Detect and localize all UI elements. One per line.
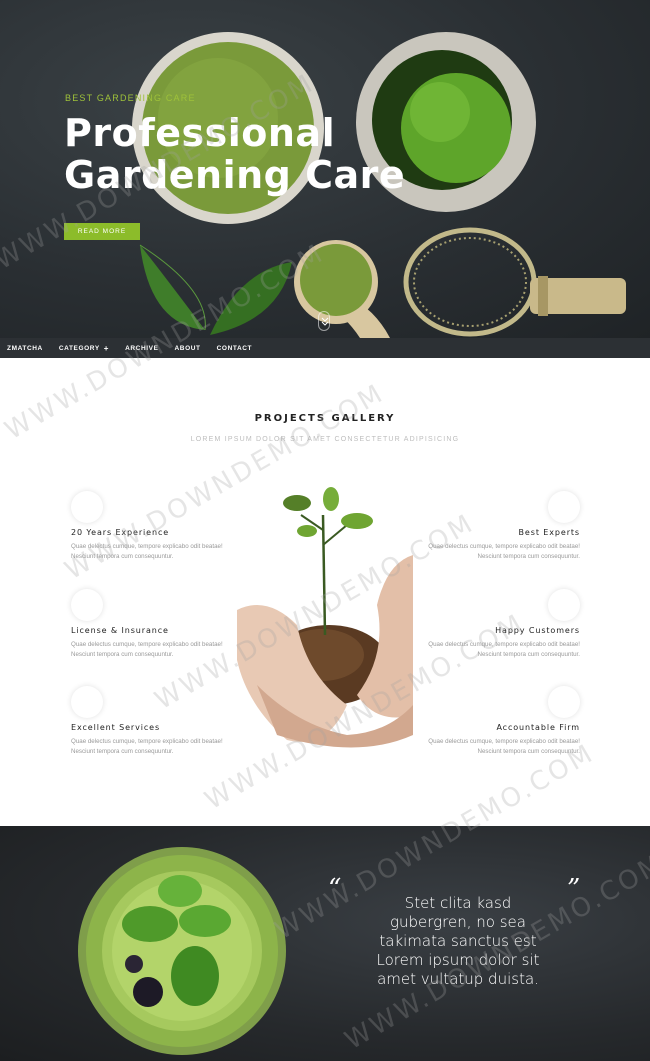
testimonial-section: “ ” Stet clita kasd gubergren, no sea ta… bbox=[0, 826, 650, 1061]
feature-icon bbox=[71, 686, 103, 718]
hero-kicker: BEST GARDENING CARE bbox=[65, 93, 196, 103]
close-quote-icon: ” bbox=[567, 874, 581, 904]
section-subtitle: LOREM IPSUM DOLOR SIT AMET CONSECTETUR A… bbox=[190, 436, 460, 443]
nav-item-archive[interactable]: ARCHIVE bbox=[125, 345, 158, 352]
main-navigation: ZMATCHA CATEGORY + ARCHIVE ABOUT CONTACT bbox=[0, 338, 650, 358]
feature-text: Quae delectus cumque, tempore explicabo … bbox=[71, 641, 223, 658]
nav-label: CONTACT bbox=[216, 344, 253, 352]
nav-item-zmatcha[interactable]: ZMATCHA bbox=[7, 345, 43, 352]
feature-text: Quae delectus cumque, tempore explicabo … bbox=[71, 738, 223, 755]
feature-icon bbox=[71, 491, 103, 523]
feature-icon bbox=[548, 686, 580, 718]
nav-label: CATEGORY bbox=[58, 344, 100, 352]
hero-section: BEST GARDENING CARE Professional Gardeni… bbox=[0, 0, 650, 338]
chevron-down-icon bbox=[321, 317, 329, 326]
plus-icon: + bbox=[103, 343, 110, 353]
nav-label: ARCHIVE bbox=[125, 344, 159, 352]
feature-title: Accountable Firm bbox=[496, 723, 580, 732]
feature-item: 20 Years Experience Quae delectus cumque… bbox=[71, 491, 231, 561]
nav-item-contact[interactable]: CONTACT bbox=[217, 345, 253, 352]
feature-item: Best Experts Quae delectus cumque, tempo… bbox=[420, 491, 580, 561]
section-title: PROJECTS GALLERY bbox=[254, 413, 396, 424]
feature-text: Quae delectus cumque, tempore explicabo … bbox=[428, 738, 580, 755]
feature-text: Quae delectus cumque, tempore explicabo … bbox=[71, 543, 223, 560]
smoothie-jar-image bbox=[78, 847, 286, 1055]
testimonial-quote: Stet clita kasd gubergren, no sea takima… bbox=[376, 894, 540, 988]
nav-item-about[interactable]: ABOUT bbox=[175, 345, 201, 352]
feature-title: Happy Customers bbox=[495, 626, 580, 635]
feature-icon bbox=[548, 589, 580, 621]
feature-title: License & Insurance bbox=[71, 626, 169, 635]
feature-item: Happy Customers Quae delectus cumque, te… bbox=[420, 589, 580, 659]
feature-title: Excellent Services bbox=[71, 723, 161, 732]
feature-item: License & Insurance Quae delectus cumque… bbox=[71, 589, 231, 659]
feature-text: Quae delectus cumque, tempore explicabo … bbox=[428, 641, 580, 658]
hero-title: Professional Gardening Care bbox=[64, 111, 406, 197]
feature-title: 20 Years Experience bbox=[71, 528, 170, 537]
scroll-down-button[interactable] bbox=[318, 311, 330, 331]
read-more-button[interactable]: READ MORE bbox=[64, 223, 140, 240]
feature-item: Accountable Firm Quae delectus cumque, t… bbox=[420, 686, 580, 756]
plant-in-hands-image bbox=[237, 487, 413, 748]
open-quote-icon: “ bbox=[328, 874, 342, 904]
feature-text: Quae delectus cumque, tempore explicabo … bbox=[428, 543, 580, 560]
feature-item: Excellent Services Quae delectus cumque,… bbox=[71, 686, 231, 756]
feature-title: Best Experts bbox=[518, 528, 580, 537]
feature-icon bbox=[71, 589, 103, 621]
feature-icon bbox=[548, 491, 580, 523]
nav-label: ABOUT bbox=[174, 344, 201, 352]
nav-label: ZMATCHA bbox=[7, 344, 43, 352]
nav-item-category[interactable]: CATEGORY + bbox=[59, 344, 109, 353]
